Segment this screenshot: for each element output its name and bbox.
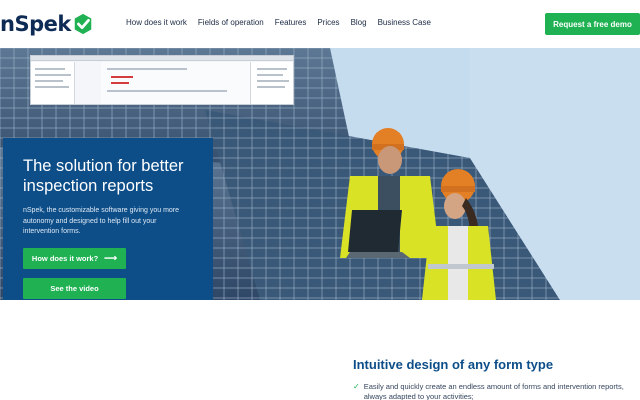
hero-description: nSpek, the customizable software giving …: [23, 207, 180, 235]
feature-text: Easily and quickly create an endless amo…: [363, 382, 624, 400]
hero-text-box: The solution for better inspection repor…: [3, 138, 213, 319]
how-it-works-label: How does it work?: [31, 254, 99, 263]
nav-features[interactable]: Features: [275, 18, 307, 27]
app-screenshot: [30, 55, 294, 105]
how-it-works-button[interactable]: How does it work? ⟶: [23, 248, 126, 269]
hero-title: The solution for better inspection repor…: [23, 157, 184, 195]
see-video-label: See the video: [50, 284, 99, 293]
arrow-right-icon: ⟶: [104, 253, 118, 263]
nav-blog[interactable]: Blog: [351, 18, 367, 27]
logo-check-icon: [74, 13, 92, 35]
app-screenshot-toolbar: [31, 56, 293, 61]
nav-prices[interactable]: Prices: [317, 18, 339, 27]
see-video-button[interactable]: See the video: [23, 278, 126, 299]
nav-how-it-works[interactable]: How does it work: [126, 18, 187, 27]
checkmark-icon: ✓: [353, 382, 360, 391]
site-header: nSpek How does it work Fields of operati…: [0, 0, 640, 48]
logo[interactable]: nSpek: [0, 10, 94, 38]
logo-text: nSpek: [0, 12, 71, 36]
nav-business-case[interactable]: Business Case: [378, 18, 431, 27]
feature-item: ✓ Easily and quickly create an endless a…: [353, 382, 640, 400]
main-nav: How does it work Fields of operation Fea…: [126, 18, 442, 27]
request-demo-button[interactable]: Request a free demo: [545, 13, 640, 35]
nav-fields-of-operation[interactable]: Fields of operation: [198, 18, 264, 27]
section-title: Intuitive design of any form type: [353, 357, 554, 372]
